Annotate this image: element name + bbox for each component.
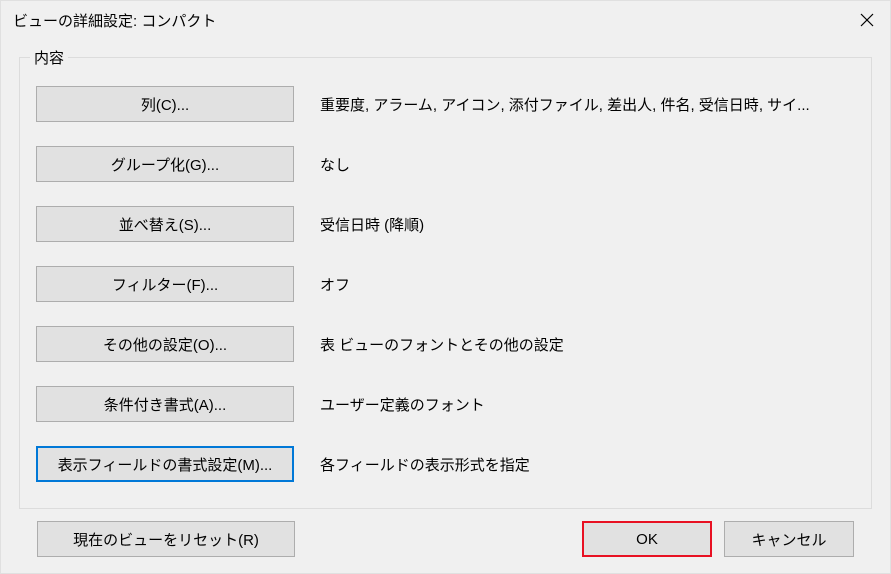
filter-button[interactable]: フィルター(F)... [36, 266, 294, 302]
other-settings-desc: 表 ビューのフォントとその他の設定 [320, 334, 855, 355]
row-conditional-formatting: 条件付き書式(A)... ユーザー定義のフォント [36, 386, 855, 422]
group-by-desc: なし [320, 154, 855, 175]
sort-desc: 受信日時 (降順) [320, 214, 855, 235]
conditional-formatting-button[interactable]: 条件付き書式(A)... [36, 386, 294, 422]
row-group-by: グループ化(G)... なし [36, 146, 855, 182]
filter-desc: オフ [320, 274, 855, 295]
close-icon [860, 13, 874, 27]
conditional-formatting-desc: ユーザー定義のフォント [320, 394, 855, 415]
description-groupbox: 内容 列(C)... 重要度, アラーム, アイコン, 添付ファイル, 差出人,… [19, 57, 872, 509]
row-format-columns: 表示フィールドの書式設定(M)... 各フィールドの表示形式を指定 [36, 446, 855, 482]
groupbox-legend: 内容 [30, 47, 68, 68]
dialog-content: 内容 列(C)... 重要度, アラーム, アイコン, 添付ファイル, 差出人,… [1, 39, 890, 573]
advanced-view-settings-dialog: ビューの詳細設定: コンパクト 内容 列(C)... 重要度, アラーム, アイ… [0, 0, 891, 574]
row-sort: 並べ替え(S)... 受信日時 (降順) [36, 206, 855, 242]
dialog-title: ビューの詳細設定: コンパクト [13, 10, 216, 31]
columns-desc: 重要度, アラーム, アイコン, 添付ファイル, 差出人, 件名, 受信日時, … [320, 94, 855, 115]
other-settings-button[interactable]: その他の設定(O)... [36, 326, 294, 362]
row-filter: フィルター(F)... オフ [36, 266, 855, 302]
format-columns-desc: 各フィールドの表示形式を指定 [320, 454, 855, 475]
bottom-bar: 現在のビューをリセット(R) OK キャンセル [19, 509, 872, 573]
ok-button[interactable]: OK [582, 521, 712, 557]
columns-button[interactable]: 列(C)... [36, 86, 294, 122]
cancel-button[interactable]: キャンセル [724, 521, 854, 557]
close-button[interactable] [844, 1, 890, 39]
group-by-button[interactable]: グループ化(G)... [36, 146, 294, 182]
reset-view-button[interactable]: 現在のビューをリセット(R) [37, 521, 295, 557]
sort-button[interactable]: 並べ替え(S)... [36, 206, 294, 242]
titlebar: ビューの詳細設定: コンパクト [1, 1, 890, 39]
row-columns: 列(C)... 重要度, アラーム, アイコン, 添付ファイル, 差出人, 件名… [36, 86, 855, 122]
format-columns-button[interactable]: 表示フィールドの書式設定(M)... [36, 446, 294, 482]
row-other-settings: その他の設定(O)... 表 ビューのフォントとその他の設定 [36, 326, 855, 362]
